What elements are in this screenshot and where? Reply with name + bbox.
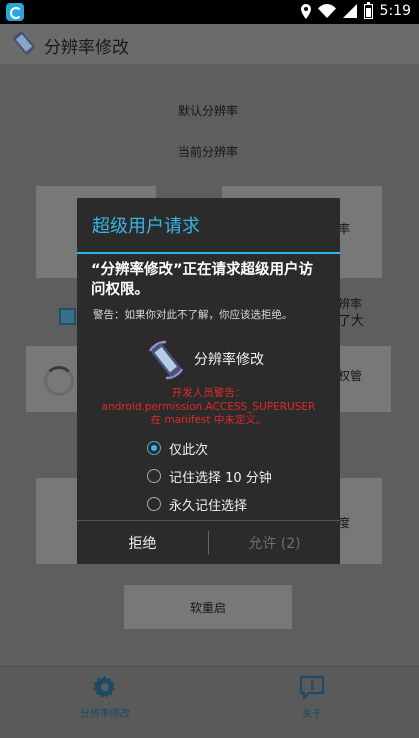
bg-partial-text: 了大 <box>338 314 365 329</box>
radio-button[interactable] <box>147 469 161 483</box>
soft-reboot-button[interactable]: 软重启 <box>124 585 292 629</box>
bg-partial-text: 权管 <box>338 369 363 383</box>
option-remember-10min[interactable]: 记住选择 10 分钟 <box>147 465 272 487</box>
developer-warning-line: 在 manifest 中未定义。 <box>150 414 267 426</box>
gear-icon <box>93 676 116 699</box>
default-resolution-label: 默认分辨率 <box>178 104 239 118</box>
nav-item-resolution[interactable]: 分辨率修改 <box>45 675 165 720</box>
deny-button[interactable]: 拒绝 <box>77 521 208 564</box>
dialog-heading: “分辨率修改”正在请求超级用户访问权限。 <box>91 262 314 298</box>
app-logo-icon <box>13 31 35 55</box>
current-resolution-label: 当前分辨率 <box>178 145 239 159</box>
wifi-icon <box>317 4 336 18</box>
nav-label-about: 关于 <box>302 709 322 720</box>
superuser-dialog: 超级用户请求 “分辨率修改”正在请求超级用户访问权限。 警告：如果你对此不了解，… <box>77 198 340 564</box>
option-label: 记住选择 10 分钟 <box>169 470 272 486</box>
signal-icon <box>342 4 357 18</box>
status-time: 5:19 <box>379 3 411 19</box>
radio-button-selected[interactable] <box>147 441 161 455</box>
bg-checkbox[interactable] <box>59 308 76 325</box>
dialog-title: 超级用户请求 <box>92 216 200 237</box>
developer-warning-line: 开发人员警告： <box>171 387 246 399</box>
option-remember-forever[interactable]: 永久记住选择 <box>147 493 247 515</box>
nav-item-about[interactable]: 关于 <box>252 675 372 720</box>
developer-warning: 开发人员警告： android.permission.ACCESS_SUPERU… <box>77 387 340 428</box>
dialog-app-name: 分辨率修改 <box>194 352 264 368</box>
bg-spinner <box>44 366 74 396</box>
action-bar: 分辨率修改 <box>0 24 419 64</box>
nav-label-resolution: 分辨率修改 <box>80 709 130 720</box>
app-title: 分辨率修改 <box>44 38 129 58</box>
developer-warning-line: android.permission.ACCESS_SUPERUSER <box>101 400 316 413</box>
app-icon <box>148 340 184 380</box>
radio-button[interactable] <box>147 497 161 511</box>
location-icon <box>300 3 311 19</box>
option-label: 永久记住选择 <box>169 498 248 514</box>
info-icon <box>299 675 325 699</box>
notification-app-icon <box>6 3 24 21</box>
option-label: 仅此次 <box>169 442 209 458</box>
soft-reboot-label: 软重启 <box>189 600 226 615</box>
allow-button[interactable]: 允许 (2) <box>209 521 340 564</box>
battery-icon <box>363 1 373 19</box>
status-bar: 5:19 <box>0 0 419 24</box>
status-icons: 5:19 <box>300 1 411 19</box>
bottom-nav: 分辨率修改 关于 <box>0 666 419 738</box>
option-once[interactable]: 仅此次 <box>147 437 208 459</box>
dialog-warning: 警告：如果你对此不了解，你应该选拒绝。 <box>93 309 293 321</box>
dialog-title-divider <box>77 252 340 254</box>
